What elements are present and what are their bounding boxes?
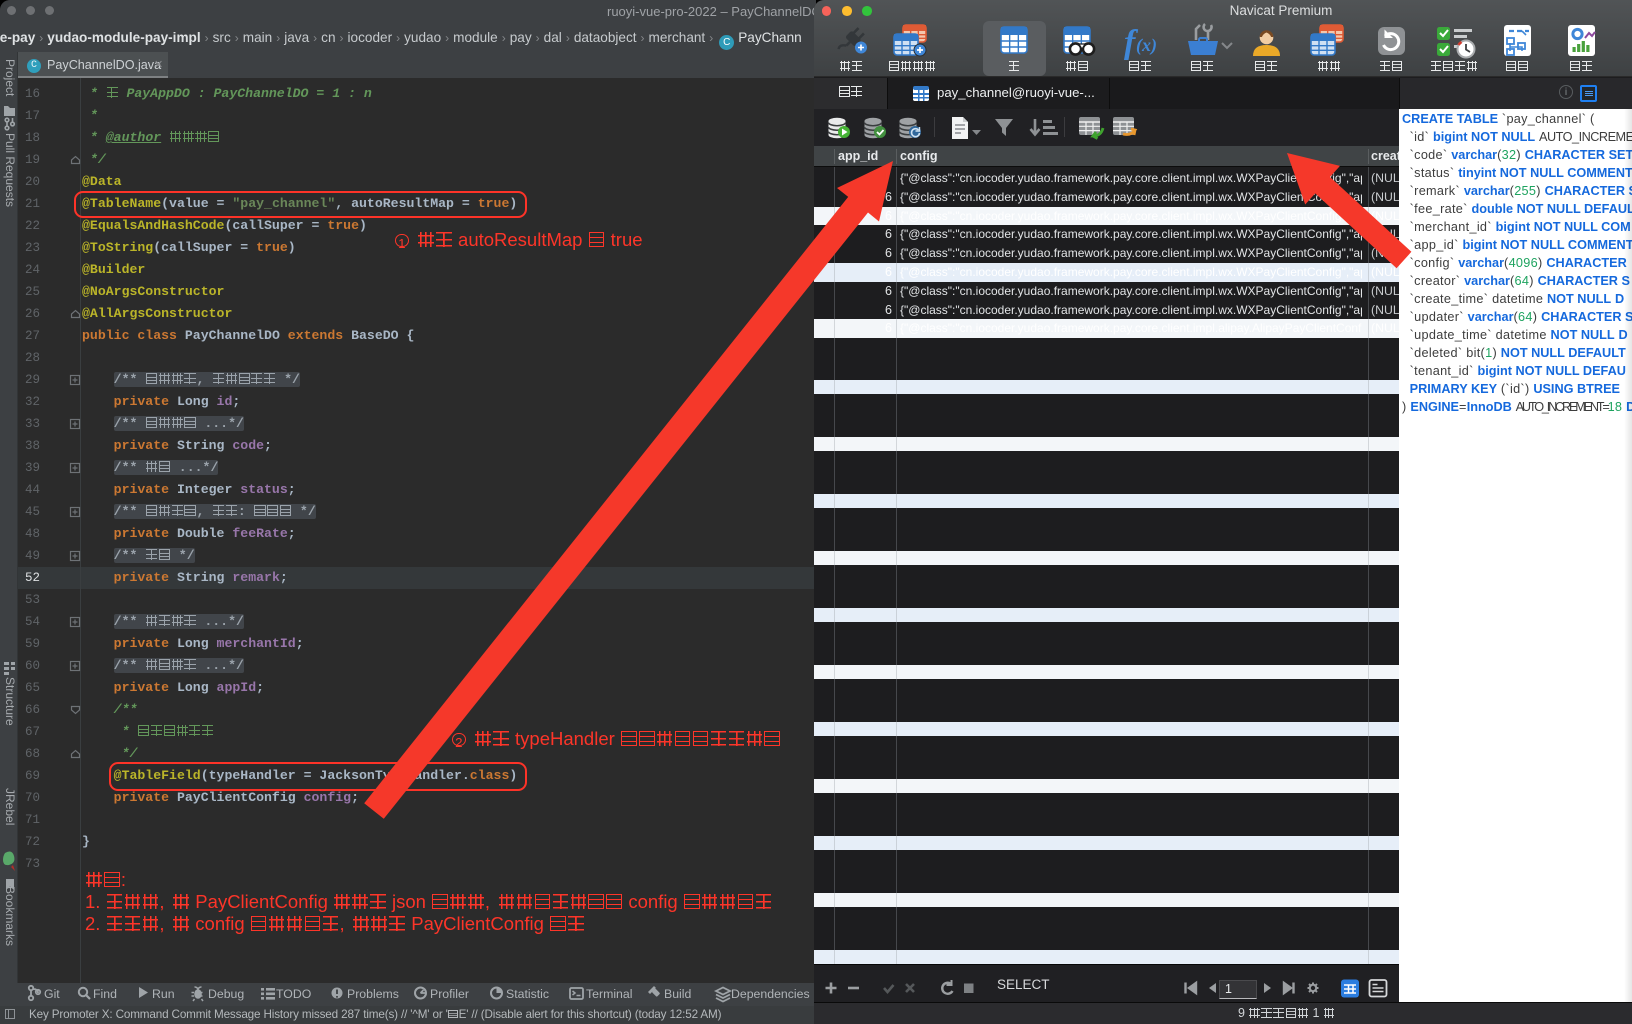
svg-text:(x): (x) (1136, 35, 1157, 56)
